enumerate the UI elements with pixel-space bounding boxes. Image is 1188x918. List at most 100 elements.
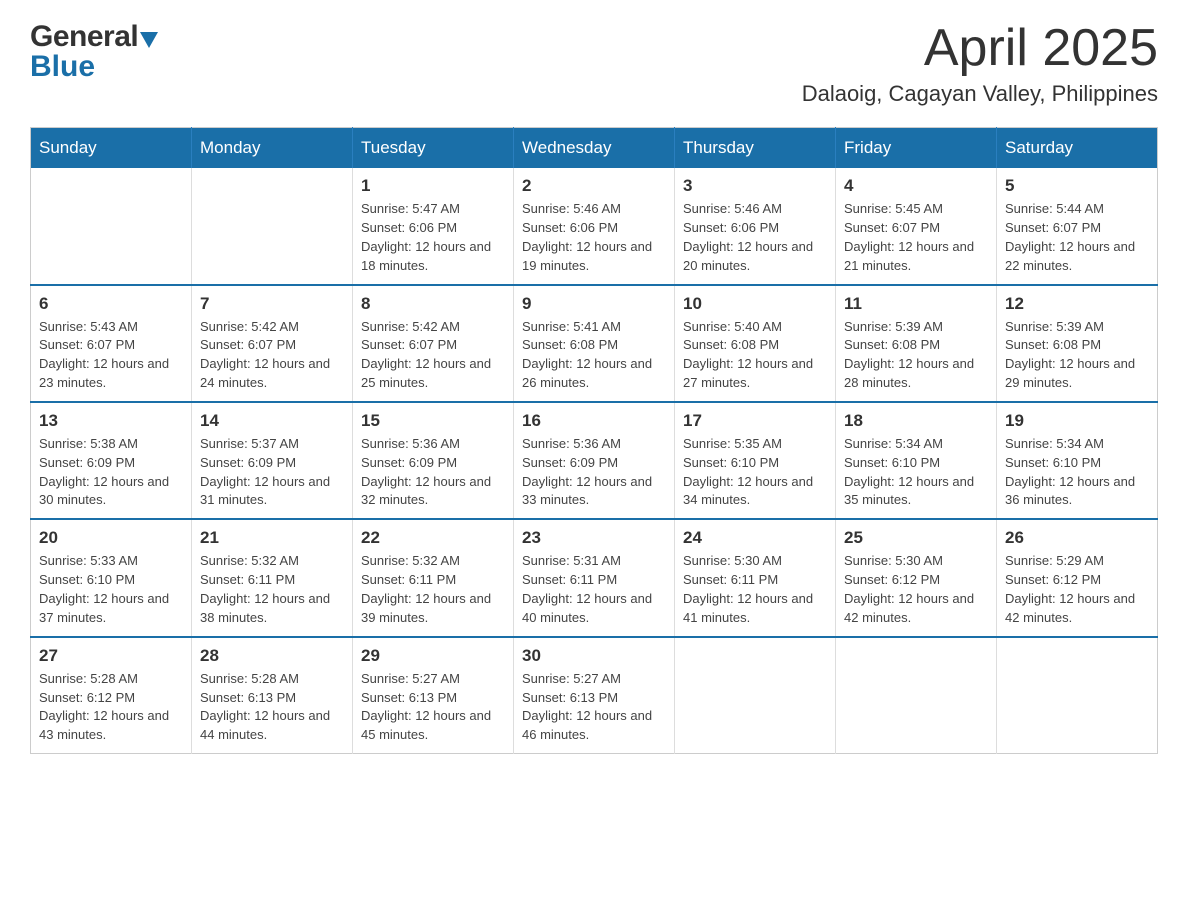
calendar-cell: 8 Sunrise: 5:42 AM Sunset: 6:07 PM Daylig… xyxy=(353,285,514,402)
day-number: 13 xyxy=(39,411,183,431)
day-number: 6 xyxy=(39,294,183,314)
calendar-cell: 13Sunrise: 5:38 AM Sunset: 6:09 PM Dayli… xyxy=(31,402,192,519)
day-number: 7 xyxy=(200,294,344,314)
day-info: Sunrise: 5:31 AM Sunset: 6:11 PM Dayligh… xyxy=(522,552,666,627)
day-number: 1 xyxy=(361,176,505,196)
day-info: Sunrise: 5:42 AM Sunset: 6:07 PM Dayligh… xyxy=(200,318,344,393)
calendar-cell: 26 Sunrise: 5:29 AM Sunset: 6:12 PM Dayli… xyxy=(997,519,1158,636)
day-info: Sunrise: 5:29 AM Sunset: 6:12 PM Dayligh… xyxy=(1005,552,1149,627)
day-info: Sunrise: 5:44 AM Sunset: 6:07 PM Dayligh… xyxy=(1005,200,1149,275)
weekday-header-saturday: Saturday xyxy=(997,128,1158,169)
day-number: 27 xyxy=(39,646,183,666)
day-info: Sunrise: 5:27 AM Sunset: 6:13 PM Dayligh… xyxy=(361,670,505,745)
day-info: Sunrise: 5:34 AM Sunset: 6:10 PM Dayligh… xyxy=(844,435,988,510)
weekday-header-row: SundayMondayTuesdayWednesdayThursdayFrid… xyxy=(31,128,1158,169)
day-number: 20 xyxy=(39,528,183,548)
calendar-week-row: 1 Sunrise: 5:47 AM Sunset: 6:06 PM Daylig… xyxy=(31,168,1158,284)
calendar-cell: 14Sunrise: 5:37 AM Sunset: 6:09 PM Dayli… xyxy=(192,402,353,519)
day-number: 2 xyxy=(522,176,666,196)
day-number: 3 xyxy=(683,176,827,196)
calendar-cell: 19 Sunrise: 5:34 AM Sunset: 6:10 PM Dayli… xyxy=(997,402,1158,519)
day-info: Sunrise: 5:35 AM Sunset: 6:10 PM Dayligh… xyxy=(683,435,827,510)
day-number: 5 xyxy=(1005,176,1149,196)
calendar-cell: 5 Sunrise: 5:44 AM Sunset: 6:07 PM Daylig… xyxy=(997,168,1158,284)
day-number: 29 xyxy=(361,646,505,666)
calendar-cell: 2 Sunrise: 5:46 AM Sunset: 6:06 PM Daylig… xyxy=(514,168,675,284)
calendar-cell: 9 Sunrise: 5:41 AM Sunset: 6:08 PM Daylig… xyxy=(514,285,675,402)
calendar-cell xyxy=(836,637,997,754)
day-number: 19 xyxy=(1005,411,1149,431)
calendar-week-row: 27 Sunrise: 5:28 AM Sunset: 6:12 PM Dayli… xyxy=(31,637,1158,754)
calendar-cell: 24 Sunrise: 5:30 AM Sunset: 6:11 PM Dayli… xyxy=(675,519,836,636)
calendar-cell: 11Sunrise: 5:39 AM Sunset: 6:08 PM Dayli… xyxy=(836,285,997,402)
day-info: Sunrise: 5:32 AM Sunset: 6:11 PM Dayligh… xyxy=(200,552,344,627)
day-info: Sunrise: 5:46 AM Sunset: 6:06 PM Dayligh… xyxy=(522,200,666,275)
calendar-cell: 10 Sunrise: 5:40 AM Sunset: 6:08 PM Dayli… xyxy=(675,285,836,402)
day-number: 15 xyxy=(361,411,505,431)
day-number: 9 xyxy=(522,294,666,314)
calendar-table: SundayMondayTuesdayWednesdayThursdayFrid… xyxy=(30,127,1158,754)
weekday-header-monday: Monday xyxy=(192,128,353,169)
day-number: 24 xyxy=(683,528,827,548)
logo-blue-text: Blue xyxy=(30,50,95,84)
day-number: 4 xyxy=(844,176,988,196)
day-number: 30 xyxy=(522,646,666,666)
calendar-cell xyxy=(997,637,1158,754)
calendar-cell: 16 Sunrise: 5:36 AM Sunset: 6:09 PM Dayli… xyxy=(514,402,675,519)
calendar-cell: 1 Sunrise: 5:47 AM Sunset: 6:06 PM Daylig… xyxy=(353,168,514,284)
calendar-cell xyxy=(192,168,353,284)
day-info: Sunrise: 5:34 AM Sunset: 6:10 PM Dayligh… xyxy=(1005,435,1149,510)
day-info: Sunrise: 5:39 AM Sunset: 6:08 PM Dayligh… xyxy=(1005,318,1149,393)
day-info: Sunrise: 5:32 AM Sunset: 6:11 PM Dayligh… xyxy=(361,552,505,627)
calendar-cell: 15 Sunrise: 5:36 AM Sunset: 6:09 PM Dayli… xyxy=(353,402,514,519)
calendar-cell: 28 Sunrise: 5:28 AM Sunset: 6:13 PM Dayli… xyxy=(192,637,353,754)
month-title: April 2025 xyxy=(802,20,1158,77)
day-info: Sunrise: 5:28 AM Sunset: 6:13 PM Dayligh… xyxy=(200,670,344,745)
day-number: 8 xyxy=(361,294,505,314)
calendar-cell: 29 Sunrise: 5:27 AM Sunset: 6:13 PM Dayli… xyxy=(353,637,514,754)
day-info: Sunrise: 5:30 AM Sunset: 6:11 PM Dayligh… xyxy=(683,552,827,627)
weekday-header-friday: Friday xyxy=(836,128,997,169)
calendar-cell: 12Sunrise: 5:39 AM Sunset: 6:08 PM Dayli… xyxy=(997,285,1158,402)
day-info: Sunrise: 5:45 AM Sunset: 6:07 PM Dayligh… xyxy=(844,200,988,275)
day-info: Sunrise: 5:42 AM Sunset: 6:07 PM Dayligh… xyxy=(361,318,505,393)
weekday-header-wednesday: Wednesday xyxy=(514,128,675,169)
calendar-week-row: 6 Sunrise: 5:43 AM Sunset: 6:07 PM Daylig… xyxy=(31,285,1158,402)
day-info: Sunrise: 5:43 AM Sunset: 6:07 PM Dayligh… xyxy=(39,318,183,393)
day-info: Sunrise: 5:40 AM Sunset: 6:08 PM Dayligh… xyxy=(683,318,827,393)
day-number: 26 xyxy=(1005,528,1149,548)
calendar-cell: 17 Sunrise: 5:35 AM Sunset: 6:10 PM Dayli… xyxy=(675,402,836,519)
weekday-header-thursday: Thursday xyxy=(675,128,836,169)
day-number: 10 xyxy=(683,294,827,314)
logo-general-text: General xyxy=(30,20,138,54)
day-info: Sunrise: 5:33 AM Sunset: 6:10 PM Dayligh… xyxy=(39,552,183,627)
day-number: 14 xyxy=(200,411,344,431)
calendar-cell: 20 Sunrise: 5:33 AM Sunset: 6:10 PM Dayli… xyxy=(31,519,192,636)
day-number: 16 xyxy=(522,411,666,431)
day-info: Sunrise: 5:28 AM Sunset: 6:12 PM Dayligh… xyxy=(39,670,183,745)
day-number: 28 xyxy=(200,646,344,666)
day-number: 22 xyxy=(361,528,505,548)
day-info: Sunrise: 5:30 AM Sunset: 6:12 PM Dayligh… xyxy=(844,552,988,627)
calendar-cell: 6 Sunrise: 5:43 AM Sunset: 6:07 PM Daylig… xyxy=(31,285,192,402)
day-number: 25 xyxy=(844,528,988,548)
day-info: Sunrise: 5:47 AM Sunset: 6:06 PM Dayligh… xyxy=(361,200,505,275)
weekday-header-tuesday: Tuesday xyxy=(353,128,514,169)
calendar-week-row: 13Sunrise: 5:38 AM Sunset: 6:09 PM Dayli… xyxy=(31,402,1158,519)
page-header: General Blue April 2025 Dalaoig, Cagayan… xyxy=(30,20,1158,107)
calendar-cell: 7 Sunrise: 5:42 AM Sunset: 6:07 PM Daylig… xyxy=(192,285,353,402)
day-info: Sunrise: 5:27 AM Sunset: 6:13 PM Dayligh… xyxy=(522,670,666,745)
calendar-cell: 3Sunrise: 5:46 AM Sunset: 6:06 PM Daylig… xyxy=(675,168,836,284)
calendar-cell xyxy=(31,168,192,284)
day-number: 23 xyxy=(522,528,666,548)
day-info: Sunrise: 5:36 AM Sunset: 6:09 PM Dayligh… xyxy=(361,435,505,510)
day-number: 17 xyxy=(683,411,827,431)
day-info: Sunrise: 5:36 AM Sunset: 6:09 PM Dayligh… xyxy=(522,435,666,510)
day-info: Sunrise: 5:39 AM Sunset: 6:08 PM Dayligh… xyxy=(844,318,988,393)
logo-triangle-icon xyxy=(140,32,158,48)
weekday-header-sunday: Sunday xyxy=(31,128,192,169)
calendar-cell: 4 Sunrise: 5:45 AM Sunset: 6:07 PM Daylig… xyxy=(836,168,997,284)
title-section: April 2025 Dalaoig, Cagayan Valley, Phil… xyxy=(802,20,1158,107)
logo: General Blue xyxy=(30,20,158,84)
day-info: Sunrise: 5:41 AM Sunset: 6:08 PM Dayligh… xyxy=(522,318,666,393)
